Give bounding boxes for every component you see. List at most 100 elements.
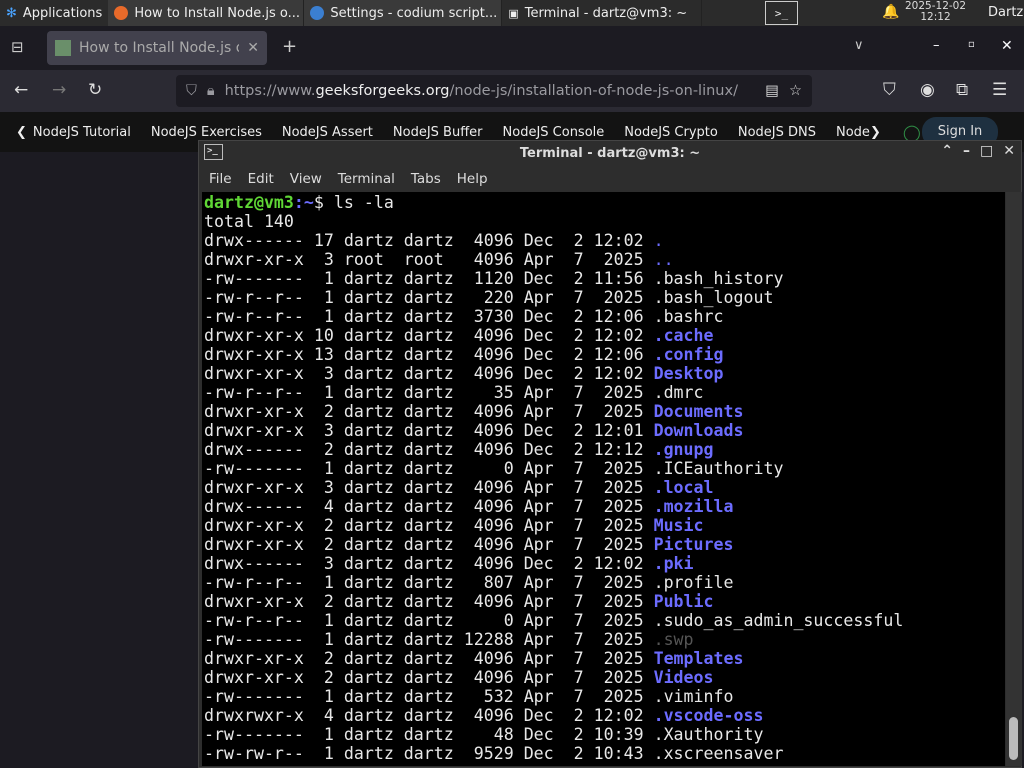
chevron-left-icon[interactable]: ❮ [16,125,27,140]
terminal-output[interactable]: dartz@vm3:~$ ls -la total 140 drwx------ 1… [202,192,1005,766]
file-info: -rw-r--r-- 1 dartz dartz 0 Apr 7 2025 [204,611,654,630]
task-codium-settings[interactable]: Settings - codium script... [304,0,503,26]
account-icon[interactable]: ◉ [920,80,935,100]
menu-icon[interactable]: ☰ [992,80,1007,100]
terminal-window: >_ Terminal - dartz@vm3: ~ ⌃ – □ ✕ File Edi… [198,140,1022,768]
terminal-launcher-icon[interactable]: >_ [765,1,798,25]
file-info: drwxr-xr-x 2 dartz dartz 4096 Apr 7 2025 [204,516,654,535]
file-name: .bash_logout [653,288,774,307]
lock-icon[interactable]: 🔒︎ [207,83,215,99]
back-icon[interactable]: ← [14,80,28,100]
menu-terminal[interactable]: Terminal [338,171,395,187]
file-info: -rw-r--r-- 1 dartz dartz 35 Apr 7 2025 [204,383,654,402]
file-name: .gnupg [653,440,714,459]
chevron-up-icon[interactable]: ⌃ [941,143,953,159]
forward-icon[interactable]: → [52,80,66,100]
listing-row: drwxr-xr-x 2 dartz dartz 4096 Apr 7 2025… [204,592,1005,611]
file-name: .mozilla [653,497,734,516]
total-line: total 140 [204,212,294,231]
task-terminal[interactable]: ▣ Terminal - dartz@vm3: ~ [502,0,703,26]
file-name: Documents [653,402,744,421]
listing-row: -rw------- 1 dartz dartz 48 Dec 2 10:39 … [204,725,1005,744]
file-info: drwx------ 4 dartz dartz 4096 Apr 7 2025 [204,497,654,516]
nav-link[interactable]: NodeJS Exercises [151,125,262,140]
scrollbar[interactable] [1006,192,1022,766]
file-info: drwxr-xr-x 3 root root 4096 Apr 7 2025 [204,250,654,269]
file-name: Desktop [653,364,724,383]
file-info: drwx------ 17 dartz dartz 4096 Dec 2 12:… [204,231,654,250]
bell-icon[interactable]: 🔔 [882,4,899,20]
close-icon[interactable]: ✕ [1003,143,1015,159]
listing-row: drwx------ 3 dartz dartz 4096 Dec 2 12:0… [204,554,1005,573]
file-info: drwxr-xr-x 3 dartz dartz 4096 Apr 7 2025 [204,478,654,497]
listing-row: drwxr-xr-x 3 root root 4096 Apr 7 2025 .… [204,250,1005,269]
listing-row: drwxr-xr-x 2 dartz dartz 4096 Apr 7 2025… [204,402,1005,421]
user-menu[interactable]: Dartz [988,5,1023,20]
menu-edit[interactable]: Edit [248,171,274,187]
file-info: -rw-rw-r-- 1 dartz dartz 9529 Dec 2 10:4… [204,744,654,763]
file-name: Music [653,516,704,535]
task-firefox[interactable]: How to Install Node.js o... [108,0,305,26]
nav-link[interactable]: Node [836,125,870,140]
nav-link[interactable]: NodeJS Assert [282,125,373,140]
applications-menu[interactable]: ✻ Applications [0,0,108,26]
file-name: . [653,231,664,250]
file-name: .swp [653,630,694,649]
gfg-favicon-icon [55,40,71,56]
chevron-right-icon[interactable]: ❯ [870,125,881,140]
scrollbar-thumb[interactable] [1009,717,1018,760]
file-name: .ICEauthority [653,459,784,478]
nav-link[interactable]: NodeJS Tutorial [33,125,131,140]
file-info: -rw------- 1 dartz dartz 12288 Apr 7 202… [204,630,654,649]
file-name: Templates [653,649,744,668]
new-tab-icon[interactable]: + [282,36,297,57]
chevron-down-icon[interactable]: ∨ [854,38,864,53]
file-name: .Xauthority [653,725,764,744]
reader-view-icon[interactable]: ▤ [765,83,779,99]
file-info: -rw-r--r-- 1 dartz dartz 3730 Dec 2 12:0… [204,307,654,326]
listing-row: drwxr-xr-x 2 dartz dartz 4096 Apr 7 2025… [204,668,1005,687]
terminal-titlebar[interactable]: >_ Terminal - dartz@vm3: ~ ⌃ – □ ✕ [199,141,1021,166]
file-name: .bashrc [653,307,724,326]
terminal-icon: >_ [204,144,223,160]
file-name: .local [653,478,714,497]
maximize-icon[interactable]: □ [980,143,993,159]
search-icon[interactable]: ◯ [903,123,921,142]
listing-row: -rw-r--r-- 1 dartz dartz 35 Apr 7 2025 .… [204,383,1005,402]
listing-row: -rw------- 1 dartz dartz 0 Apr 7 2025 .I… [204,459,1005,478]
url-text[interactable]: https://www.geeksforgeeks.org/node-js/in… [225,83,756,99]
file-name: .xscreensaver [653,744,784,763]
nav-link[interactable]: NodeJS Buffer [393,125,483,140]
file-info: drwxr-xr-x 13 dartz dartz 4096 Dec 2 12:… [204,345,654,364]
file-info: -rw-r--r-- 1 dartz dartz 807 Apr 7 2025 [204,573,654,592]
file-name: .config [653,345,724,364]
tab-list-icon[interactable]: ⊟ [11,38,24,56]
tab-geeksforgeeks[interactable]: How to Install Node.js or ✕ [47,31,267,65]
file-name: .profile [653,573,734,592]
listing-row: drwxrwxr-x 4 dartz dartz 4096 Dec 2 12:0… [204,706,1005,725]
close-window-icon[interactable]: ✕ [1001,38,1013,54]
reload-icon[interactable]: ↻ [88,80,102,100]
listing-row: -rw------- 1 dartz dartz 12288 Apr 7 202… [204,630,1005,649]
pocket-icon[interactable]: ⛉ [883,80,896,100]
url-bar[interactable]: ⛉ 🔒︎ https://www.geeksforgeeks.org/node-j… [176,75,812,107]
nav-link[interactable]: NodeJS Crypto [624,125,718,140]
nav-link[interactable]: NodeJS DNS [738,125,816,140]
menu-view[interactable]: View [290,171,322,187]
close-tab-icon[interactable]: ✕ [247,40,259,56]
minimize-icon[interactable]: – [933,38,940,53]
extensions-icon[interactable]: ⧉ [956,80,968,100]
browser-navbar: ← → ↻ ⛉ 🔒︎ https://www.geeksforgeeks.org/… [0,70,1024,112]
nav-link[interactable]: NodeJS Console [503,125,605,140]
star-icon[interactable]: ☆ [789,83,802,99]
file-info: drwxr-xr-x 3 dartz dartz 4096 Dec 2 12:0… [204,364,654,383]
clock[interactable]: 2025-12-02 12:12 [905,1,966,23]
prompt-line: dartz@vm3:~$ ls -la [204,193,394,212]
menu-tabs[interactable]: Tabs [411,171,441,187]
file-info: drwxr-xr-x 2 dartz dartz 4096 Apr 7 2025 [204,649,654,668]
menu-file[interactable]: File [209,171,232,187]
shield-icon[interactable]: ⛉ [186,83,197,99]
minimize-icon[interactable]: – [963,143,970,159]
menu-help[interactable]: Help [457,171,488,187]
maximize-icon[interactable]: ▫ [968,39,975,50]
